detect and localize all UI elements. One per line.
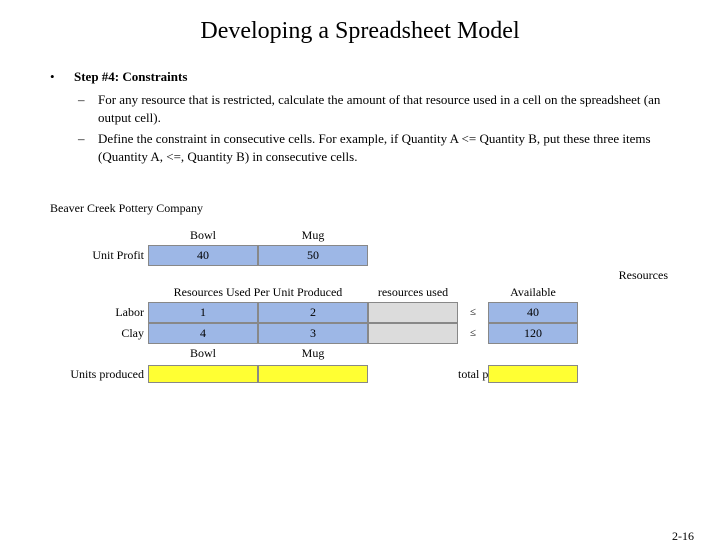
clay-available: 120 <box>488 323 578 344</box>
sub-list: – For any resource that is restricted, c… <box>50 91 680 165</box>
row-label-clay: Clay <box>50 326 148 341</box>
le-icon-labor: ≥ <box>458 307 488 318</box>
labor-row: Labor 1 2 ≥ 40 <box>50 302 680 323</box>
labor-used <box>368 302 458 323</box>
row-label-labor: Labor <box>50 305 148 320</box>
dash-icon: – <box>78 130 98 165</box>
sub-item: – Define the constraint in consecutive c… <box>78 130 680 165</box>
total-profit-label: total profit <box>458 367 488 382</box>
clay-bowl: 4 <box>148 323 258 344</box>
col-header-bowl: Bowl <box>148 226 258 245</box>
page-number: 2-16 <box>672 529 694 544</box>
units-produced-row: Units produced total profit <box>50 365 680 383</box>
clay-mug: 3 <box>258 323 368 344</box>
sub-text: Define the constraint in consecutive cel… <box>98 130 680 165</box>
bullet-dot: • <box>50 69 74 85</box>
step-heading: Step #4: Constraints <box>74 69 187 85</box>
labor-available: 40 <box>488 302 578 323</box>
content-area: • Step #4: Constraints – For any resourc… <box>0 69 720 383</box>
unit-profit-row: Unit Profit 40 50 <box>50 245 680 266</box>
units-mug-cell <box>258 365 368 383</box>
sub-text: For any resource that is restricted, cal… <box>98 91 680 126</box>
resources-used-title: Resources Used Per Unit Produced <box>148 283 368 302</box>
unit-profit-bowl: 40 <box>148 245 258 266</box>
section-header-row: Resources Used Per Unit Produced resourc… <box>50 283 680 302</box>
clay-used <box>368 323 458 344</box>
spreadsheet: Bowl Mug Unit Profit 40 50 Resources Res… <box>50 226 680 383</box>
resources-used-label: resources used <box>368 283 458 302</box>
labor-bowl: 1 <box>148 302 258 323</box>
bullet-step: • Step #4: Constraints <box>50 69 680 85</box>
unit-profit-label: Unit Profit <box>50 248 148 263</box>
units-produced-label: Units produced <box>50 368 148 381</box>
units-bowl-cell <box>148 365 258 383</box>
total-profit-cell <box>488 365 578 383</box>
lower-col-bowl: Bowl <box>148 344 258 363</box>
resources-tag: Resources <box>50 268 680 283</box>
sub-item: – For any resource that is restricted, c… <box>78 91 680 126</box>
dash-icon: – <box>78 91 98 126</box>
company-name: Beaver Creek Pottery Company <box>50 201 680 216</box>
lower-col-row: Bowl Mug <box>50 344 680 363</box>
header-row: Bowl Mug <box>50 226 680 245</box>
col-header-mug: Mug <box>258 226 368 245</box>
available-label: Available <box>488 283 578 302</box>
le-icon-clay: ≥ <box>458 328 488 339</box>
unit-profit-mug: 50 <box>258 245 368 266</box>
lower-col-mug: Mug <box>258 344 368 363</box>
labor-mug: 2 <box>258 302 368 323</box>
page-title: Developing a Spreadsheet Model <box>0 18 720 45</box>
clay-row: Clay 4 3 ≥ 120 <box>50 323 680 344</box>
